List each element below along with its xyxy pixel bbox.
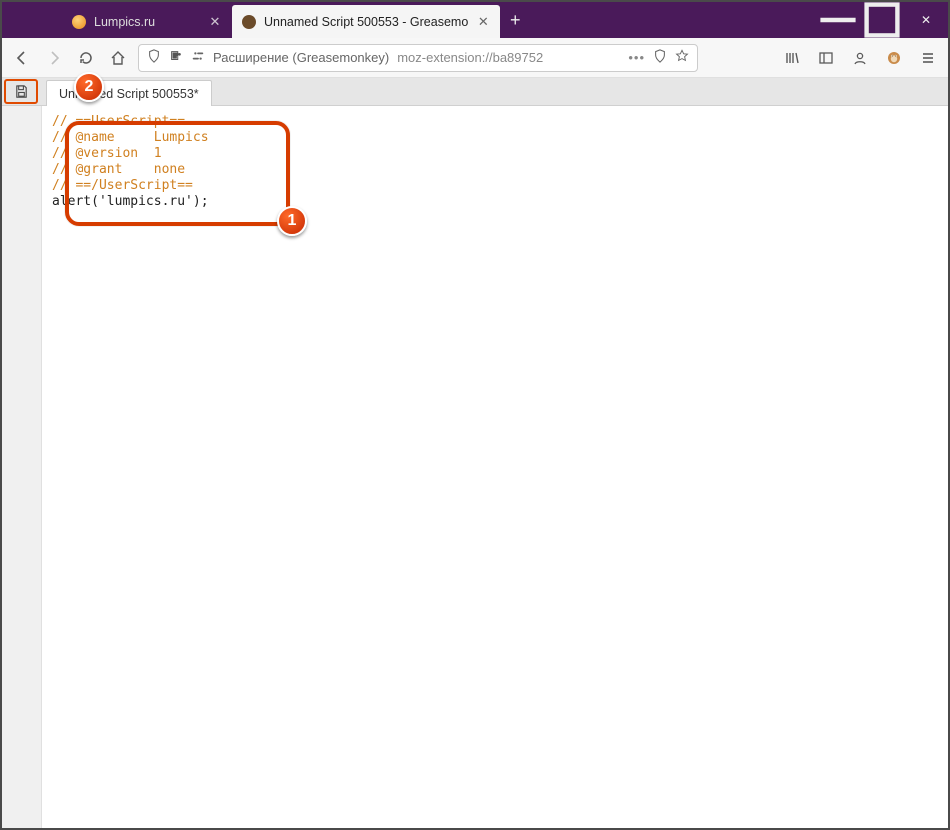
permissions-icon[interactable] <box>191 49 205 66</box>
save-button[interactable] <box>4 79 38 104</box>
home-button[interactable] <box>106 46 130 70</box>
back-button[interactable] <box>10 46 34 70</box>
minimize-button[interactable] <box>816 2 860 38</box>
tab-title: Lumpics.ru <box>94 15 200 29</box>
close-window-button[interactable]: ✕ <box>904 2 948 38</box>
extension-label: Расширение (Greasemonkey) <box>213 50 389 65</box>
favicon-lumpics <box>72 15 86 29</box>
code-line: // @grant none <box>52 162 209 178</box>
shield-icon[interactable] <box>147 49 161 66</box>
extension-icon <box>169 49 183 66</box>
titlebar: Lumpics.ru ✕ Unnamed Script 500553 - Gre… <box>2 2 948 38</box>
page-actions-ellipsis[interactable]: ••• <box>628 50 645 65</box>
forward-button[interactable] <box>42 46 66 70</box>
url-text: moz-extension://ba89752 <box>397 50 620 65</box>
address-bar[interactable]: Расширение (Greasemonkey) moz-extension:… <box>138 44 698 72</box>
editor-toolbar: Unnamed Script 500553* <box>2 78 948 106</box>
maximize-button[interactable] <box>860 2 904 38</box>
library-icon[interactable] <box>780 46 804 70</box>
editor-body: // ==UserScript== // @name Lumpics // @v… <box>2 106 948 828</box>
close-tab-icon[interactable]: ✕ <box>476 15 490 29</box>
window-controls: ✕ <box>816 2 948 38</box>
app-menu-icon[interactable] <box>916 46 940 70</box>
code-line: // ==UserScript== <box>52 114 209 130</box>
tab-title: Unnamed Script 500553 - Greasemo <box>264 15 468 29</box>
favicon-greasemonkey <box>242 15 256 29</box>
new-tab-button[interactable]: + <box>500 2 530 38</box>
editor-file-tab[interactable]: Unnamed Script 500553* <box>46 80 212 106</box>
account-icon[interactable] <box>848 46 872 70</box>
close-tab-icon[interactable]: ✕ <box>208 15 222 29</box>
greasemonkey-icon[interactable] <box>882 46 906 70</box>
tracking-protection-icon[interactable] <box>653 49 667 66</box>
reload-button[interactable] <box>74 46 98 70</box>
line-gutter <box>2 106 42 828</box>
sidebars-icon[interactable] <box>814 46 838 70</box>
code-line: // @version 1 <box>52 146 209 162</box>
code-line: // ==/UserScript== <box>52 178 209 194</box>
code-line: // @name Lumpics <box>52 130 209 146</box>
code-line: alert('lumpics.ru'); <box>52 194 209 210</box>
editor-tab-label: Unnamed Script 500553* <box>59 87 199 101</box>
bookmark-star-icon[interactable] <box>675 49 689 66</box>
tab-script-editor[interactable]: Unnamed Script 500553 - Greasemo ✕ <box>232 5 500 38</box>
navbar: Расширение (Greasemonkey) moz-extension:… <box>2 38 948 78</box>
tab-lumpics[interactable]: Lumpics.ru ✕ <box>62 5 232 38</box>
code-editor[interactable]: // ==UserScript== // @name Lumpics // @v… <box>42 106 219 828</box>
